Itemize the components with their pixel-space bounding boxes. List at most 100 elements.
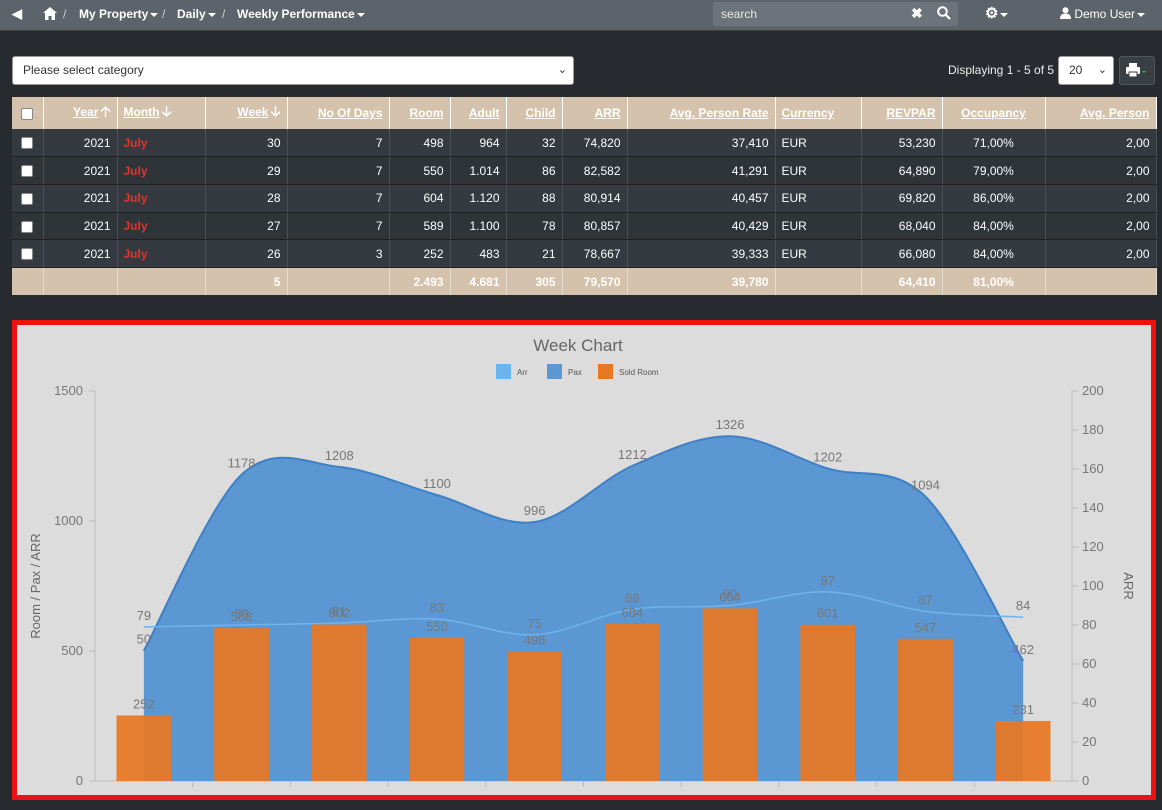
chevron-down-icon: ⌄ <box>1097 64 1107 76</box>
arr-data-label: 87 <box>918 592 932 607</box>
select-all-checkbox[interactable] <box>21 107 34 120</box>
table-cell-arr: 74,820 <box>562 129 628 158</box>
pax-data-label: 1202 <box>813 449 842 464</box>
row-select-cell <box>12 129 44 158</box>
y-tick-right: 140 <box>1082 500 1104 515</box>
table-cell-adult: 1.120 <box>450 184 507 213</box>
col-no-of-days[interactable]: No Of Days <box>287 97 390 129</box>
sold-room-bar <box>214 628 269 781</box>
home-icon[interactable] <box>43 0 57 28</box>
row-checkbox[interactable] <box>21 137 34 150</box>
pax-data-label: 462 <box>1012 642 1034 657</box>
breadcrumb-daily[interactable]: Daily <box>177 0 216 28</box>
pax-data-label: 1212 <box>618 447 647 462</box>
col-avg-person-rate[interactable]: Avg. Person Rate <box>627 97 776 129</box>
table-cell-child: 78 <box>506 212 563 241</box>
col-week[interactable]: Week 🡣 <box>205 97 288 129</box>
page-size-select[interactable]: 20 ⌄ <box>1058 56 1114 85</box>
table-cell-occupancy: 71,00% <box>942 129 1046 158</box>
col-revpar[interactable]: REVPAR <box>861 97 943 129</box>
col-currency[interactable]: Currency <box>775 97 862 129</box>
select-all-cell <box>12 97 44 129</box>
row-checkbox[interactable] <box>21 248 34 261</box>
totals-row: 5 2.493 4.681 305 79,570 39,780 64,410 81,00% <box>12 267 1157 296</box>
chart-title: Week Chart <box>533 336 623 355</box>
week-chart: Week Chart Arr Pax Sold Room 0 500 1000 1500 0 20… <box>28 336 1136 788</box>
search-input[interactable] <box>713 2 903 26</box>
sold-room-data-label: 547 <box>915 620 937 635</box>
row-select-cell <box>12 239 44 268</box>
row-checkbox[interactable] <box>21 220 34 233</box>
table-cell-arr: 78,667 <box>562 239 628 268</box>
page-size-value: 20 <box>1069 63 1083 77</box>
category-select[interactable]: Please select category ⌄ <box>12 56 574 85</box>
table-cell-child: 88 <box>506 184 563 213</box>
table-cell-year: 2021 <box>43 129 118 158</box>
table-cell-no-of-days: 3 <box>287 239 390 268</box>
sold-room-bar <box>604 623 660 781</box>
print-icon <box>1126 63 1146 78</box>
pax-data-label: 1178 <box>228 456 256 471</box>
totals-cell: 79,570 <box>562 267 628 296</box>
breadcrumb-property[interactable]: My Property <box>79 0 159 28</box>
table-cell-avg-person-rate: 39,333 <box>627 239 776 268</box>
back-arrow-icon[interactable]: ◀ <box>12 0 22 28</box>
category-select-value: Please select category <box>23 63 144 77</box>
arr-data-label: 88 <box>625 590 639 605</box>
col-room[interactable]: Room <box>389 97 451 129</box>
breadcrumb-separator: / <box>63 7 67 21</box>
row-checkbox[interactable] <box>21 193 34 206</box>
table-cell-no-of-days: 7 <box>287 129 390 158</box>
col-occupancy[interactable]: Occupancy <box>942 97 1046 129</box>
search-icon[interactable] <box>937 6 951 23</box>
table-cell-room: 550 <box>389 156 451 185</box>
table-row[interactable]: 2021 July 26 3 252 483 21 78,667 39,333 EUR 66,080… <box>12 239 1157 268</box>
print-button[interactable] <box>1119 56 1155 85</box>
sold-room-data-label: 498 <box>524 633 546 648</box>
sort-asc-icon: 🡡 <box>100 103 111 119</box>
table-cell-currency: EUR <box>775 212 862 241</box>
search-box: ✖ <box>713 2 958 26</box>
pax-data-label: 1326 <box>716 417 745 432</box>
table-row[interactable]: 2021 July 28 7 604 1.120 88 80,914 40,457 EUR 69,8… <box>12 184 1157 213</box>
y-tick-right: 20 <box>1082 734 1096 749</box>
table-cell-occupancy: 86,00% <box>942 184 1046 213</box>
col-year[interactable]: Year 🡡 <box>43 97 118 129</box>
table-cell-room: 252 <box>389 239 451 268</box>
user-name: Demo User <box>1074 7 1136 21</box>
table-header-row: Year 🡡 Month 🡣 Week 🡣 No Of Days Room Adult… <box>12 97 1157 129</box>
table-cell-avg-person-rate: 40,429 <box>627 212 776 241</box>
totals-cell <box>117 267 206 296</box>
legend-label-arr: Arr <box>517 368 528 377</box>
weekly-performance-table: Year 🡡 Month 🡣 Week 🡣 No Of Days Room Adult… <box>12 97 1157 296</box>
row-checkbox[interactable] <box>21 165 34 178</box>
y-tick-left: 1500 <box>54 383 83 398</box>
col-adult[interactable]: Adult <box>450 97 507 129</box>
clear-icon[interactable]: ✖ <box>911 5 923 22</box>
col-child[interactable]: Child <box>506 97 563 129</box>
table-cell-avg-person: 2,00 <box>1045 129 1157 158</box>
user-menu[interactable]: Demo User <box>1060 0 1146 28</box>
sold-room-data-label: 231 <box>1012 702 1034 717</box>
breadcrumb-weekly-performance[interactable]: Weekly Performance <box>237 0 365 28</box>
table-row[interactable]: 2021 July 27 7 589 1.100 78 80,857 40,429 EUR 68,0… <box>12 212 1157 241</box>
table-cell-adult: 483 <box>450 239 507 268</box>
col-arr[interactable]: ARR <box>562 97 628 129</box>
col-month[interactable]: Month 🡣 <box>117 97 206 129</box>
table-cell-occupancy: 84,00% <box>942 239 1046 268</box>
totals-cell: 81,00% <box>942 267 1046 296</box>
y-axis-right-label: ARR <box>1121 572 1136 599</box>
sold-room-bar <box>507 651 563 781</box>
pax-data-label: 50 <box>137 632 151 647</box>
table-cell-room: 604 <box>389 184 451 213</box>
table-row[interactable]: 2021 July 29 7 550 1.014 86 82,582 41,291 EUR 64,8… <box>12 156 1157 185</box>
sold-room-bar <box>702 608 758 781</box>
totals-cell <box>775 267 862 296</box>
table-row[interactable]: 2021 July 30 7 498 964 32 74,820 37,410 EUR 53,230… <box>12 129 1157 158</box>
user-icon <box>1060 7 1074 21</box>
y-tick-right: 80 <box>1082 617 1096 632</box>
col-avg-person[interactable]: Avg. Person <box>1045 97 1157 129</box>
settings-menu[interactable]: ⚙ <box>985 0 1009 28</box>
top-navbar: ◀ / My Property / Daily / Weekly Perform… <box>0 0 1162 31</box>
totals-cell: 64,410 <box>861 267 943 296</box>
